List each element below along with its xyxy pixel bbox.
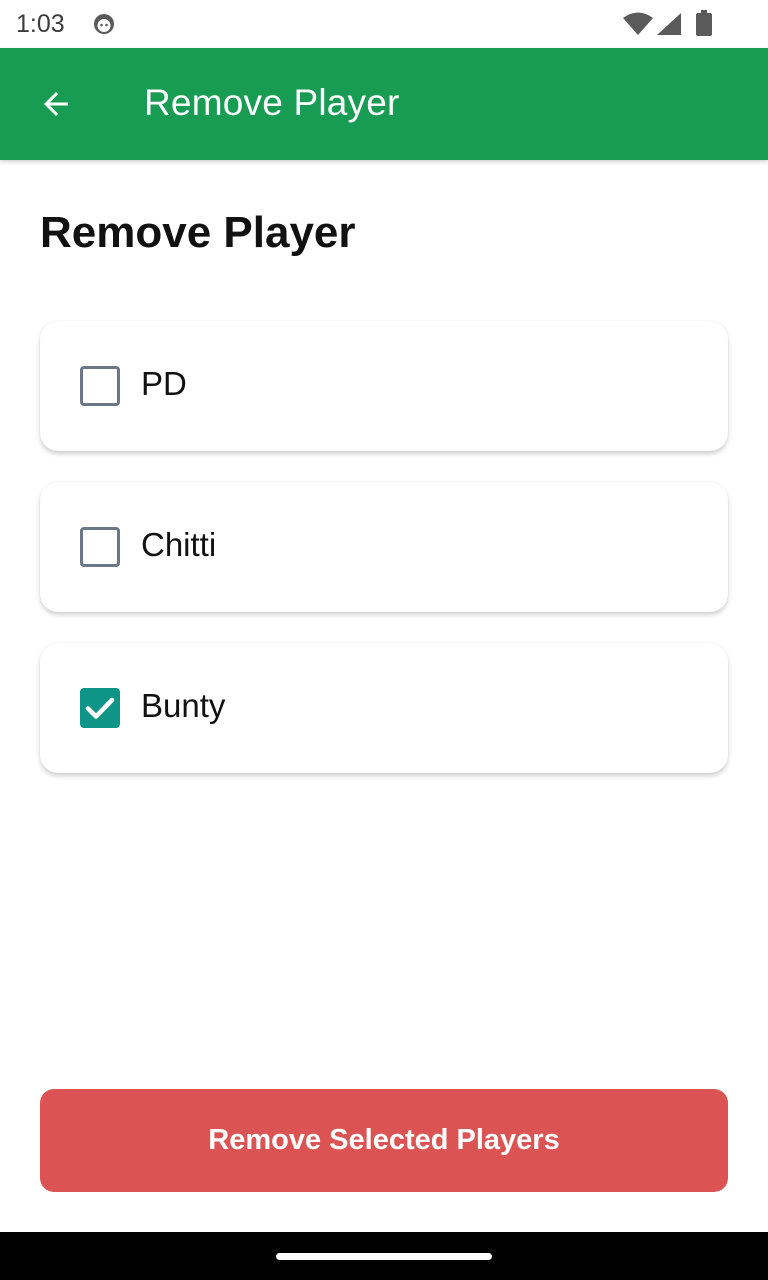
status-time: 1:03	[16, 10, 65, 38]
player-name: PD	[141, 365, 187, 402]
player-name: Chitti	[141, 526, 217, 563]
battery-icon	[696, 10, 712, 36]
status-bar: 1:03	[0, 0, 768, 48]
player-item-bunty[interactable]: Bunty	[40, 643, 728, 773]
arrow-back-icon	[44, 92, 68, 116]
checkmark-icon	[85, 697, 115, 719]
player-checkbox[interactable]	[80, 688, 120, 728]
home-handle[interactable]	[276, 1253, 492, 1260]
page-title: Remove Player	[40, 208, 356, 257]
navigation-bar	[0, 1232, 768, 1280]
app-bar-title: Remove Player	[144, 82, 400, 123]
app-bar: Remove Player	[0, 48, 768, 160]
player-name: Bunty	[141, 687, 226, 724]
wifi-icon	[623, 12, 653, 35]
signal-icon	[657, 13, 681, 35]
player-item-chitti[interactable]: Chitti	[40, 482, 728, 612]
player-checkbox[interactable]	[80, 366, 120, 406]
player-checkbox[interactable]	[80, 527, 120, 567]
android-face-icon	[94, 14, 114, 34]
player-item-pd[interactable]: PD	[40, 321, 728, 451]
remove-selected-players-button[interactable]: Remove Selected Players	[40, 1089, 728, 1192]
back-button[interactable]	[24, 72, 88, 136]
